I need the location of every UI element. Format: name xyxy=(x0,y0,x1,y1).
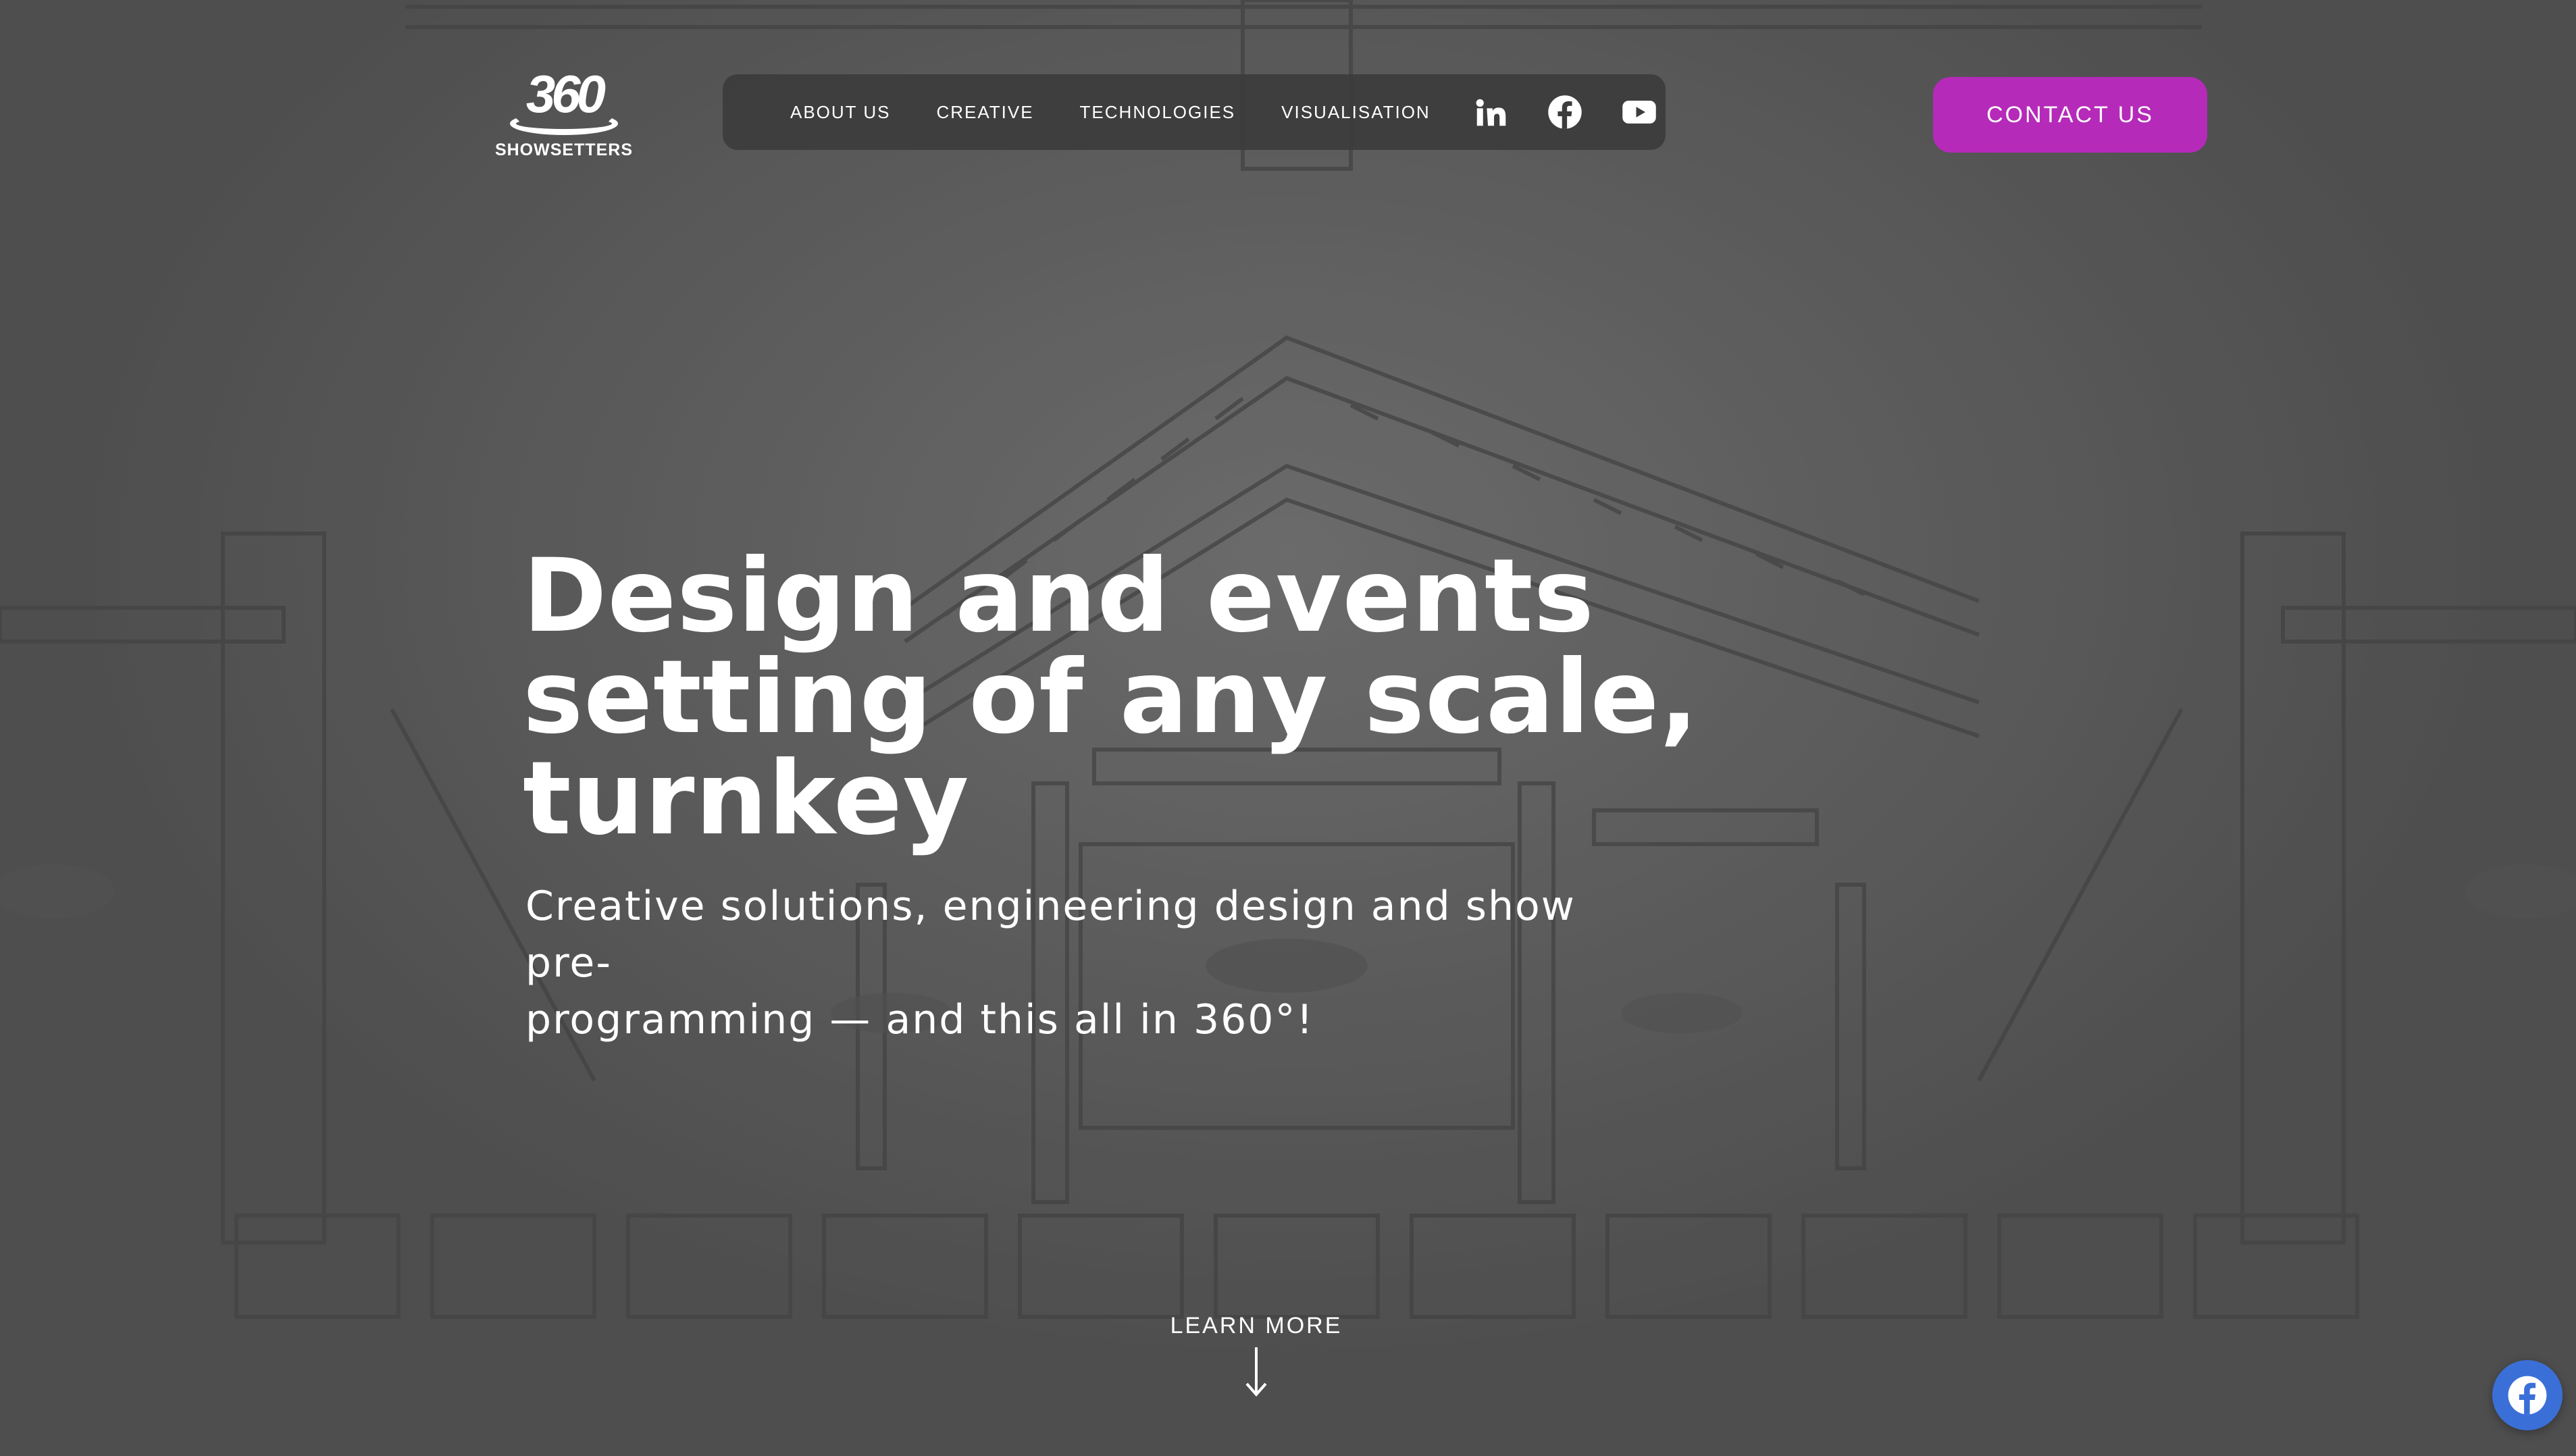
hero-subtitle: Creative solutions, engineering design a… xyxy=(525,878,1674,1048)
nav-link-creative[interactable]: CREATIVE xyxy=(936,102,1033,123)
linkedin-icon[interactable] xyxy=(1472,94,1509,130)
logo-number: 360 xyxy=(525,64,606,124)
logo-wordmark: SHOWSETTERS xyxy=(494,140,634,159)
learn-more-label: LEARN MORE xyxy=(1170,1313,1343,1338)
learn-more-link[interactable]: LEARN MORE xyxy=(1121,1313,1391,1399)
headline-line: setting of any scale, xyxy=(523,639,1699,756)
subtitle-line: programming — and this all in 360°! xyxy=(525,996,1314,1043)
subtitle-line: Creative solutions, engineering design a… xyxy=(525,883,1576,987)
hero-section: 360 SHOWSETTERS ABOUT US CREATIVE TECHNO… xyxy=(0,0,2576,1456)
nav-link-technologies[interactable]: TECHNOLOGIES xyxy=(1080,102,1236,123)
brand-logo[interactable]: 360 SHOWSETTERS xyxy=(480,64,648,159)
headline-line: turnkey xyxy=(523,740,970,858)
arrow-down-icon xyxy=(1245,1347,1267,1397)
nav-link-visualisation[interactable]: VISUALISATION xyxy=(1281,102,1431,123)
nav-link-about-us[interactable]: ABOUT US xyxy=(790,102,890,123)
main-navigation: ABOUT US CREATIVE TECHNOLOGIES VISUALISA… xyxy=(723,74,1666,150)
contact-us-button[interactable]: CONTACT US xyxy=(1933,77,2207,153)
floating-facebook-button[interactable] xyxy=(2492,1360,2562,1430)
facebook-icon xyxy=(2508,1376,2547,1415)
hero-headline: Design and events setting of any scale, … xyxy=(523,546,1806,850)
youtube-icon[interactable] xyxy=(1621,94,1657,130)
headline-line: Design and events xyxy=(523,538,1595,655)
facebook-icon[interactable] xyxy=(1547,94,1583,130)
